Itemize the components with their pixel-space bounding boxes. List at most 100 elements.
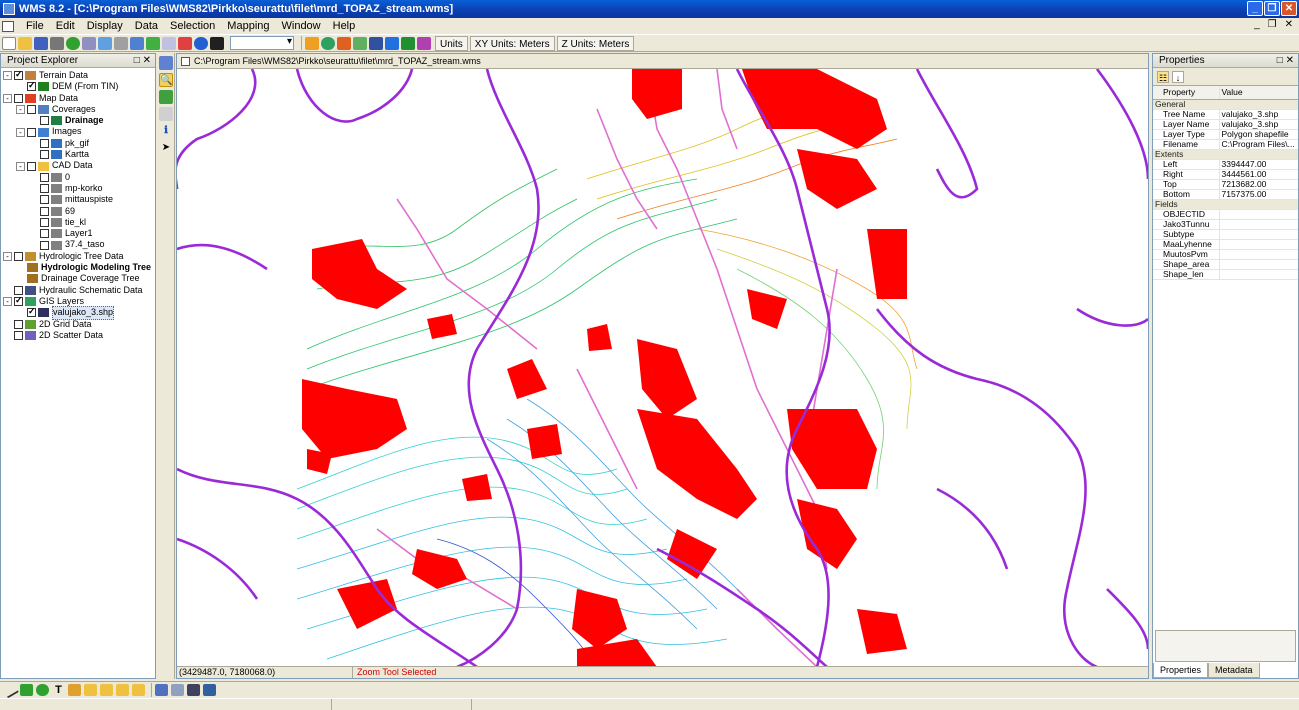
- property-row[interactable]: Bottom 7157375.00: [1153, 189, 1298, 200]
- collapse-icon[interactable]: -: [3, 297, 12, 307]
- tree-node[interactable]: - Coverages: [3, 104, 155, 115]
- collapse-icon[interactable]: -: [3, 251, 12, 261]
- mdi-restore-icon[interactable]: ❐: [1268, 19, 1277, 30]
- property-value[interactable]: [1219, 239, 1298, 250]
- pan-icon[interactable]: [114, 36, 128, 50]
- visibility-checkbox[interactable]: [27, 80, 36, 92]
- property-row[interactable]: Left 3394447.00: [1153, 159, 1298, 170]
- save-icon[interactable]: [34, 36, 48, 50]
- property-value[interactable]: C:\Program Files\...: [1219, 139, 1298, 150]
- property-category[interactable]: Extents: [1153, 149, 1298, 160]
- module-select[interactable]: [230, 36, 294, 50]
- delete-icon[interactable]: [210, 36, 224, 50]
- tree-node[interactable]: - Terrain Data: [3, 69, 155, 81]
- run-icon[interactable]: [146, 36, 160, 50]
- property-value[interactable]: [1219, 269, 1298, 280]
- menu-selection[interactable]: Selection: [164, 20, 221, 32]
- print-icon[interactable]: [50, 36, 64, 50]
- collapse-icon[interactable]: -: [3, 93, 12, 103]
- property-value[interactable]: valujako_3.shp: [1219, 109, 1298, 120]
- tree-node[interactable]: - Hydrologic Tree Data: [3, 251, 155, 262]
- rectangle-tool-icon[interactable]: [20, 684, 33, 696]
- property-row[interactable]: Filename C:\Program Files\...: [1153, 139, 1298, 150]
- property-row[interactable]: Right 3444561.00: [1153, 169, 1298, 180]
- property-value[interactable]: Polygon shapefile: [1219, 129, 1298, 140]
- move-up-icon[interactable]: [84, 684, 97, 696]
- tree-node[interactable]: mp-korko: [3, 183, 155, 194]
- visibility-checkbox[interactable]: [14, 251, 23, 261]
- document-icon[interactable]: [2, 20, 14, 32]
- tree-tool-icon[interactable]: [337, 36, 351, 50]
- visibility-checkbox[interactable]: [40, 184, 49, 194]
- scatter-tool-icon[interactable]: [417, 36, 431, 50]
- minimize-button[interactable]: _: [1247, 1, 1263, 16]
- menu-edit[interactable]: Edit: [50, 20, 81, 32]
- visibility-checkbox[interactable]: [27, 105, 36, 115]
- units-button[interactable]: Units: [435, 35, 468, 51]
- property-row[interactable]: Layer Name valujako_3.shp: [1153, 119, 1298, 130]
- tree-node[interactable]: 0: [3, 172, 155, 183]
- document-tab[interactable]: C:\Program Files\WMS82\Pirkko\seurattu\f…: [177, 54, 1148, 69]
- tree-node[interactable]: Layer1: [3, 228, 155, 239]
- rotate-tool-icon[interactable]: [159, 107, 173, 121]
- text-tool-icon[interactable]: T: [52, 684, 65, 696]
- pointer-tool-icon[interactable]: ➤: [159, 141, 173, 155]
- collapse-icon[interactable]: -: [16, 161, 25, 171]
- visibility-checkbox[interactable]: [40, 218, 49, 227]
- mdi-minimize-icon[interactable]: _: [1254, 19, 1260, 30]
- visibility-checkbox[interactable]: [40, 150, 49, 160]
- visibility-checkbox[interactable]: [14, 69, 23, 80]
- display-options-icon[interactable]: [178, 36, 192, 50]
- refresh-icon[interactable]: [66, 36, 80, 50]
- close-button[interactable]: ✕: [1281, 1, 1297, 16]
- menu-window[interactable]: Window: [276, 20, 327, 32]
- collapse-icon[interactable]: -: [16, 127, 25, 137]
- visibility-checkbox[interactable]: [27, 306, 36, 318]
- visibility-checkbox[interactable]: [40, 172, 49, 182]
- image-tool-icon[interactable]: [203, 684, 216, 696]
- frame-icon[interactable]: [82, 36, 96, 50]
- property-value[interactable]: 3394447.00: [1219, 159, 1298, 170]
- visibility-checkbox[interactable]: [14, 93, 23, 103]
- tree-node[interactable]: Kartta: [3, 149, 155, 160]
- menu-mapping[interactable]: Mapping: [221, 20, 275, 32]
- tree-node[interactable]: - Images: [3, 126, 155, 137]
- property-row[interactable]: Shape_area: [1153, 259, 1298, 270]
- info-icon[interactable]: [194, 36, 208, 50]
- property-value[interactable]: [1219, 259, 1298, 270]
- tree-node[interactable]: mittauspiste: [3, 194, 155, 205]
- info-tool-icon[interactable]: ℹ: [159, 124, 173, 138]
- property-value[interactable]: 7213682.00: [1219, 179, 1298, 190]
- tree-node[interactable]: valujako_3.shp: [3, 306, 155, 320]
- map-canvas[interactable]: [177, 69, 1148, 667]
- property-category[interactable]: General: [1153, 99, 1298, 110]
- property-row[interactable]: Shape_len: [1153, 269, 1298, 280]
- open-folder-icon[interactable]: [18, 36, 32, 50]
- mdi-close-icon[interactable]: ✕: [1285, 19, 1293, 30]
- property-value[interactable]: [1219, 229, 1298, 240]
- property-row[interactable]: MuutosPvm: [1153, 249, 1298, 260]
- collapse-icon[interactable]: -: [3, 71, 12, 81]
- visibility-checkbox[interactable]: [27, 127, 36, 137]
- model-tool-icon[interactable]: [385, 36, 399, 50]
- line-tool-icon[interactable]: [1, 681, 20, 699]
- oval-tool-icon[interactable]: [36, 684, 49, 696]
- north-arrow-icon[interactable]: [187, 684, 200, 696]
- drainage-tool-icon[interactable]: [369, 36, 383, 50]
- property-category[interactable]: Fields: [1153, 199, 1298, 210]
- visibility-checkbox[interactable]: [40, 116, 49, 126]
- send-back-icon[interactable]: [132, 684, 145, 696]
- property-value[interactable]: 7157375.00: [1219, 189, 1298, 200]
- tree-node[interactable]: Drainage: [3, 115, 155, 126]
- hand-tool-icon[interactable]: [159, 90, 173, 104]
- visibility-checkbox[interactable]: [40, 206, 49, 216]
- collapse-icon[interactable]: -: [16, 105, 25, 115]
- tree-node[interactable]: 2D Grid Data: [3, 319, 155, 330]
- bring-front-icon[interactable]: [116, 684, 129, 696]
- visibility-checkbox[interactable]: [14, 330, 23, 340]
- zoom-icon[interactable]: [98, 36, 112, 50]
- property-value[interactable]: valujako_3.shp: [1219, 119, 1298, 130]
- property-row[interactable]: Layer Type Polygon shapefile: [1153, 129, 1298, 140]
- hydro-tool-icon[interactable]: [353, 36, 367, 50]
- legend-tool-icon[interactable]: [155, 684, 168, 696]
